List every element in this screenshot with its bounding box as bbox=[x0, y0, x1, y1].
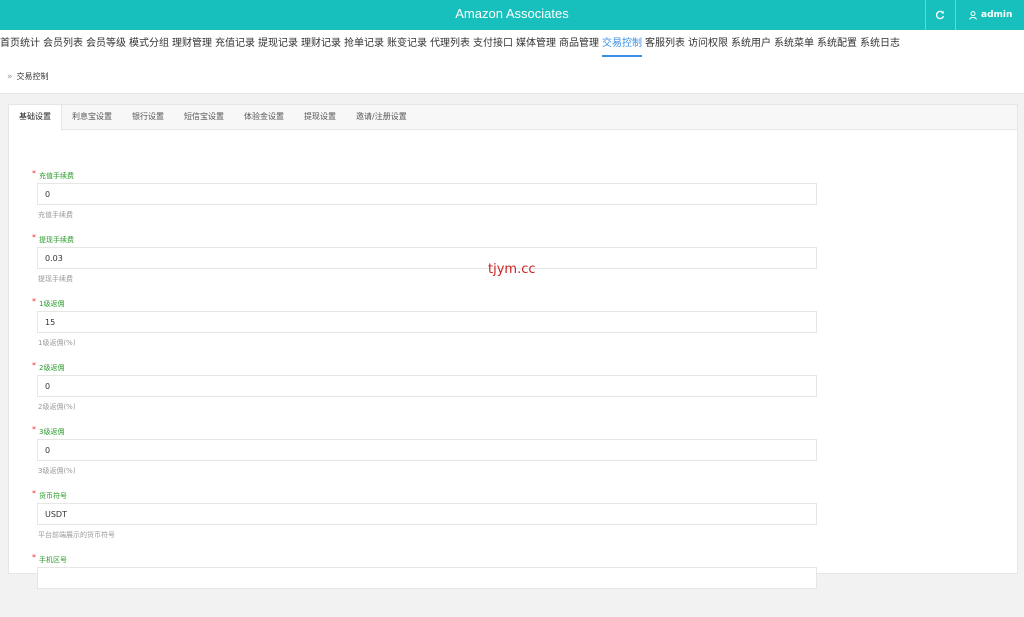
required-mark: * bbox=[32, 553, 36, 562]
nav-item[interactable]: 系统日志 bbox=[860, 30, 900, 58]
field-help: 3级返佣(%) bbox=[38, 467, 76, 475]
field-help: 提现手续费 bbox=[38, 275, 73, 283]
settings-tabs: 基础设置 利息宝设置 银行设置 短信宝设置 体验金设置 提现设置 邀请/注册设置 bbox=[9, 105, 1017, 131]
field-label: * 2级返佣 bbox=[32, 361, 832, 375]
field-label: * 提现手续费 bbox=[32, 233, 832, 247]
nav-item[interactable]: 提现记录 bbox=[258, 30, 298, 58]
nav-item[interactable]: 模式分组 bbox=[129, 30, 169, 58]
settings-card: 基础设置 利息宝设置 银行设置 短信宝设置 体验金设置 提现设置 邀请/注册设置 * 充值手续… bbox=[8, 104, 1018, 589]
settings-tab[interactable]: 银行设置 bbox=[122, 105, 174, 129]
form-field: *1级返佣 1级返佣(%) bbox=[32, 297, 832, 361]
field-label: * 1级返佣 bbox=[32, 297, 832, 311]
nav-item[interactable]: 支付接口 bbox=[473, 30, 513, 58]
nav-item[interactable]: 理财管理 bbox=[172, 30, 212, 58]
nav-item[interactable]: 代理列表 bbox=[430, 30, 470, 58]
field-help: 2级返佣(%) bbox=[38, 403, 76, 411]
required-mark: * bbox=[32, 361, 36, 370]
field-help: 1级返佣(%) bbox=[38, 339, 76, 347]
field-help: 平台前端展示的货币符号 bbox=[38, 531, 115, 539]
field-label: * 手机区号 bbox=[32, 553, 832, 567]
nav-item[interactable]: 交易控制 bbox=[602, 30, 642, 58]
field-label-text: 手机区号 bbox=[39, 556, 67, 564]
nav-item[interactable]: 媒体管理 bbox=[516, 30, 556, 58]
required-mark: * bbox=[32, 297, 36, 306]
form-field: *2级返佣 2级返佣(%) bbox=[32, 361, 832, 425]
field-label: * 货币符号 bbox=[32, 489, 832, 503]
field-label-text: 3级返佣 bbox=[39, 428, 65, 436]
refresh-icon bbox=[935, 10, 945, 20]
nav-item[interactable]: 系统用户 bbox=[731, 30, 771, 58]
field-input[interactable] bbox=[37, 311, 817, 333]
field-input[interactable] bbox=[37, 183, 817, 205]
nav-item[interactable]: 会员等级 bbox=[86, 30, 126, 58]
field-input[interactable] bbox=[37, 503, 817, 525]
field-input[interactable] bbox=[37, 375, 817, 397]
user-icon bbox=[969, 10, 977, 20]
field-label-text: 充值手续费 bbox=[39, 172, 74, 180]
breadcrumb-current[interactable]: 交易控制 bbox=[17, 71, 49, 82]
user-menu[interactable]: admin bbox=[955, 0, 1024, 30]
required-mark: * bbox=[32, 169, 36, 178]
form-field: *3级返佣 3级返佣(%) bbox=[32, 425, 832, 489]
nav-item[interactable]: 充值记录 bbox=[215, 30, 255, 58]
form-field: *货币符号平台前端展示的货币符号 bbox=[32, 489, 832, 553]
app-title: Amazon Associates bbox=[455, 6, 569, 21]
nav-item[interactable]: 访问权限 bbox=[688, 30, 728, 58]
field-label-text: 货币符号 bbox=[39, 492, 67, 500]
nav-item[interactable]: 系统菜单 bbox=[774, 30, 814, 58]
settings-tab[interactable]: 提现设置 bbox=[294, 105, 346, 129]
nav-item[interactable]: 商品管理 bbox=[559, 30, 599, 58]
form-field: *提现手续费提现手续费 bbox=[32, 233, 832, 297]
settings-form: *充值手续费充值手续费*提现手续费提现手续费*1级返佣1级返佣(%)*2级返佣2… bbox=[32, 169, 832, 617]
field-label: * 充值手续费 bbox=[32, 169, 832, 183]
nav-item[interactable]: 系统配置 bbox=[817, 30, 857, 58]
field-label-text: 1级返佣 bbox=[39, 300, 65, 308]
nav-item[interactable]: 客服列表 bbox=[645, 30, 685, 58]
required-mark: * bbox=[32, 489, 36, 498]
user-name: admin bbox=[981, 10, 1013, 20]
breadcrumb: » 交易控制 bbox=[0, 60, 1024, 94]
settings-tab[interactable]: 邀请/注册设置 bbox=[346, 105, 417, 129]
nav-item[interactable]: 会员列表 bbox=[43, 30, 83, 58]
main-nav: 首页统计 会员列表 会员等级 模式分组 理财管理 充值记录 提现记录 理财记录 抢单记录 账变记录… bbox=[0, 30, 1024, 60]
field-label-text: 提现手续费 bbox=[39, 236, 74, 244]
nav-item[interactable]: 理财记录 bbox=[301, 30, 341, 58]
settings-tab[interactable]: 短信宝设置 bbox=[174, 105, 234, 129]
nav-item[interactable]: 账变记录 bbox=[387, 30, 427, 58]
required-mark: * bbox=[32, 233, 36, 242]
field-help bbox=[38, 594, 832, 604]
refresh-button[interactable] bbox=[926, 0, 954, 30]
watermark: tjym.cc bbox=[488, 262, 536, 277]
field-label-text: 2级返佣 bbox=[39, 364, 65, 372]
field-input[interactable] bbox=[37, 247, 817, 269]
field-input[interactable] bbox=[37, 567, 817, 589]
form-field: *充值手续费充值手续费 bbox=[32, 169, 832, 233]
field-help: 充值手续费 bbox=[38, 211, 73, 219]
breadcrumb-separator: » bbox=[7, 71, 13, 82]
nav-item[interactable]: 首页统计 bbox=[0, 30, 40, 58]
nav-item[interactable]: 抢单记录 bbox=[344, 30, 384, 58]
required-mark: * bbox=[32, 425, 36, 434]
top-header: Amazon Associates admin bbox=[0, 0, 1024, 30]
settings-tab[interactable]: 利息宝设置 bbox=[62, 105, 122, 129]
settings-tab[interactable]: 基础设置 bbox=[9, 105, 62, 131]
field-input[interactable] bbox=[37, 439, 817, 461]
field-label: * 3级返佣 bbox=[32, 425, 832, 439]
settings-tab[interactable]: 体验金设置 bbox=[234, 105, 294, 129]
